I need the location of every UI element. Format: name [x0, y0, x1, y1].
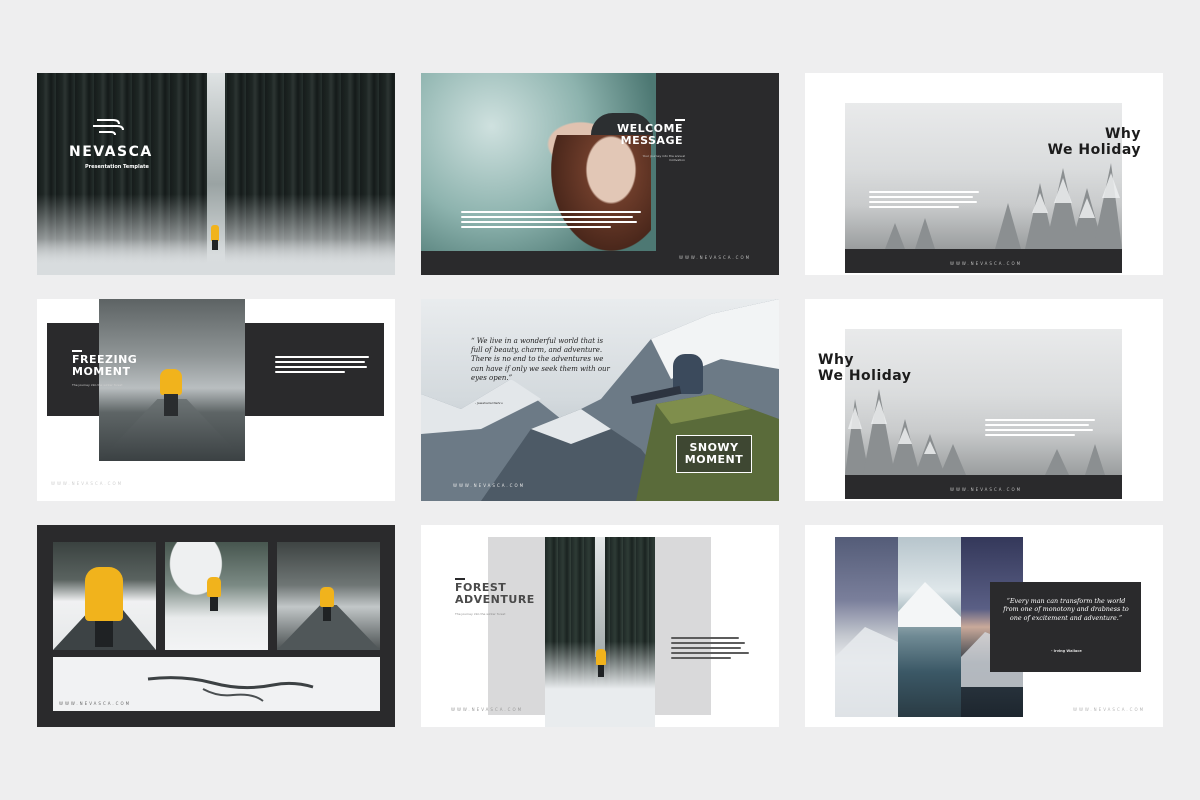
slide-forest-adventure[interactable]: FOREST ADVENTURE The journey into the wi…: [421, 525, 779, 727]
slide-freezing-moment[interactable]: FREEZING MOMENT The journey into the win…: [37, 299, 395, 501]
hiker-figure: [160, 369, 182, 395]
collage-hiker-1: [85, 567, 123, 621]
slide-cover[interactable]: NEVASCA Presentation Template: [37, 73, 395, 275]
title-dash: [72, 350, 82, 352]
slide-snowy-moment[interactable]: “ We live in a wonderful world that is f…: [421, 299, 779, 501]
trail-light: [595, 537, 605, 657]
collage-hiker-2: [207, 577, 221, 597]
forest-body-text: [671, 637, 751, 659]
forest-caption: The journey into the winter forest: [455, 612, 506, 616]
right-grey-panel: [653, 537, 711, 715]
collage-hiker-3: [320, 587, 334, 607]
why-body-text: [869, 191, 979, 208]
slide-why-we-holiday-1[interactable]: Why We Holiday WWW.NEVASCA.COM: [805, 73, 1163, 275]
title-dash: [675, 119, 685, 121]
wind-logo-icon: [93, 115, 125, 137]
hiker-figure: [211, 225, 219, 241]
wallace-footer: WWW.NEVASCA.COM: [1073, 707, 1146, 712]
welcome-footer: WWW.NEVASCA.COM: [679, 255, 752, 260]
why-title: Why We Holiday: [1047, 126, 1141, 158]
freezing-title: FREEZING MOMENT: [72, 353, 138, 379]
snowy-quote-author: - Jawaharlal Nehru: [475, 401, 503, 405]
forest-title: FOREST ADVENTURE: [455, 581, 535, 607]
welcome-body-text: [461, 211, 641, 228]
brand-subtitle: Presentation Template: [85, 164, 149, 170]
hair: [551, 135, 651, 251]
freezing-footer: WWW.NEVASCA.COM: [51, 481, 124, 486]
trail-hiker: [596, 649, 606, 665]
slide-wallace-quote[interactable]: “Every man can transform the world from …: [805, 525, 1163, 727]
hiker-legs: [164, 394, 178, 416]
snowy-moment-badge: SNOWY MOMENT: [676, 435, 752, 473]
why-footer: WWW.NEVASCA.COM: [950, 261, 1023, 266]
collage-hiker-2-legs: [210, 597, 218, 611]
slide-welcome-message[interactable]: WELCOME MESSAGE Your journey into the an…: [421, 73, 779, 275]
collage-hiker-1-legs: [95, 621, 113, 647]
forest-footer: WWW.NEVASCA.COM: [451, 707, 524, 712]
left-grey-panel: [488, 537, 548, 715]
hiker-legs: [212, 240, 218, 250]
collage-hiker-3-legs: [323, 607, 331, 621]
dark-panel: [656, 73, 779, 275]
slide-photo-collage[interactable]: WWW.NEVASCA.COM: [37, 525, 395, 727]
wallace-author: - Irving Wallace: [1051, 649, 1082, 653]
trail-hiker-legs: [598, 665, 604, 677]
freezing-body-text: [275, 356, 369, 373]
snowy-quote: “ We live in a wonderful world that is f…: [471, 337, 610, 382]
welcome-caption: Your journey into the annual motivation: [642, 154, 685, 162]
snowy-footer: WWW.NEVASCA.COM: [453, 483, 526, 488]
why-title-left: Why We Holiday: [818, 352, 912, 384]
freezing-caption: The journey into the winter forest: [72, 383, 123, 387]
brand-title: NEVASCA: [69, 144, 153, 160]
welcome-title: WELCOME MESSAGE: [616, 122, 683, 148]
quote-dark-box: [990, 582, 1141, 672]
why-footer-2: WWW.NEVASCA.COM: [950, 487, 1023, 492]
why-body-text-2: [985, 419, 1095, 436]
title-dash: [455, 578, 465, 580]
collage-footer: WWW.NEVASCA.COM: [59, 701, 132, 706]
wallace-quote: “Every man can transform the world from …: [1003, 597, 1129, 622]
slide-why-we-holiday-2[interactable]: Why We Holiday WWW.NEVASCA.COM: [805, 299, 1163, 501]
